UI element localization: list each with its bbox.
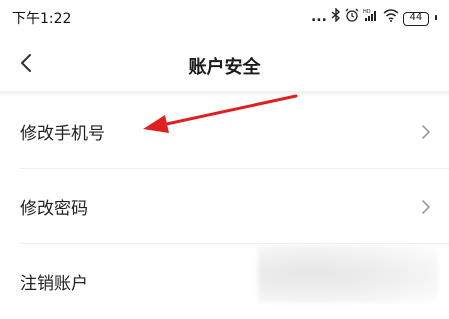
alarm-icon (345, 8, 359, 25)
blurred-overlay (258, 245, 438, 303)
battery-tip (435, 15, 437, 20)
svg-text:HD: HD (363, 9, 371, 15)
status-icons: ... HD 44 (311, 7, 437, 26)
status-time: 下午1:22 (12, 11, 72, 27)
more-dots-icon: ... (310, 8, 327, 25)
menu-item-label: 注销账户 (20, 274, 88, 294)
bluetooth-icon (331, 7, 341, 25)
status-bar: 下午1:22 ... HD 44 (0, 0, 449, 34)
menu-item-label: 修改手机号 (20, 124, 105, 144)
menu-item-label: 修改密码 (20, 199, 88, 219)
chevron-right-icon (422, 125, 430, 139)
wifi-icon (383, 8, 399, 25)
battery-level: 44 (402, 12, 429, 26)
page-title: 账户安全 (188, 57, 261, 78)
change-password-item[interactable]: 修改密码 (0, 169, 449, 244)
nav-bar: 账户安全 (0, 34, 449, 94)
change-phone-item[interactable]: 修改手机号 (0, 94, 449, 169)
hd-signal-icon: HD (363, 8, 379, 25)
battery-icon: 44 (402, 7, 437, 26)
chevron-right-icon (422, 200, 430, 214)
